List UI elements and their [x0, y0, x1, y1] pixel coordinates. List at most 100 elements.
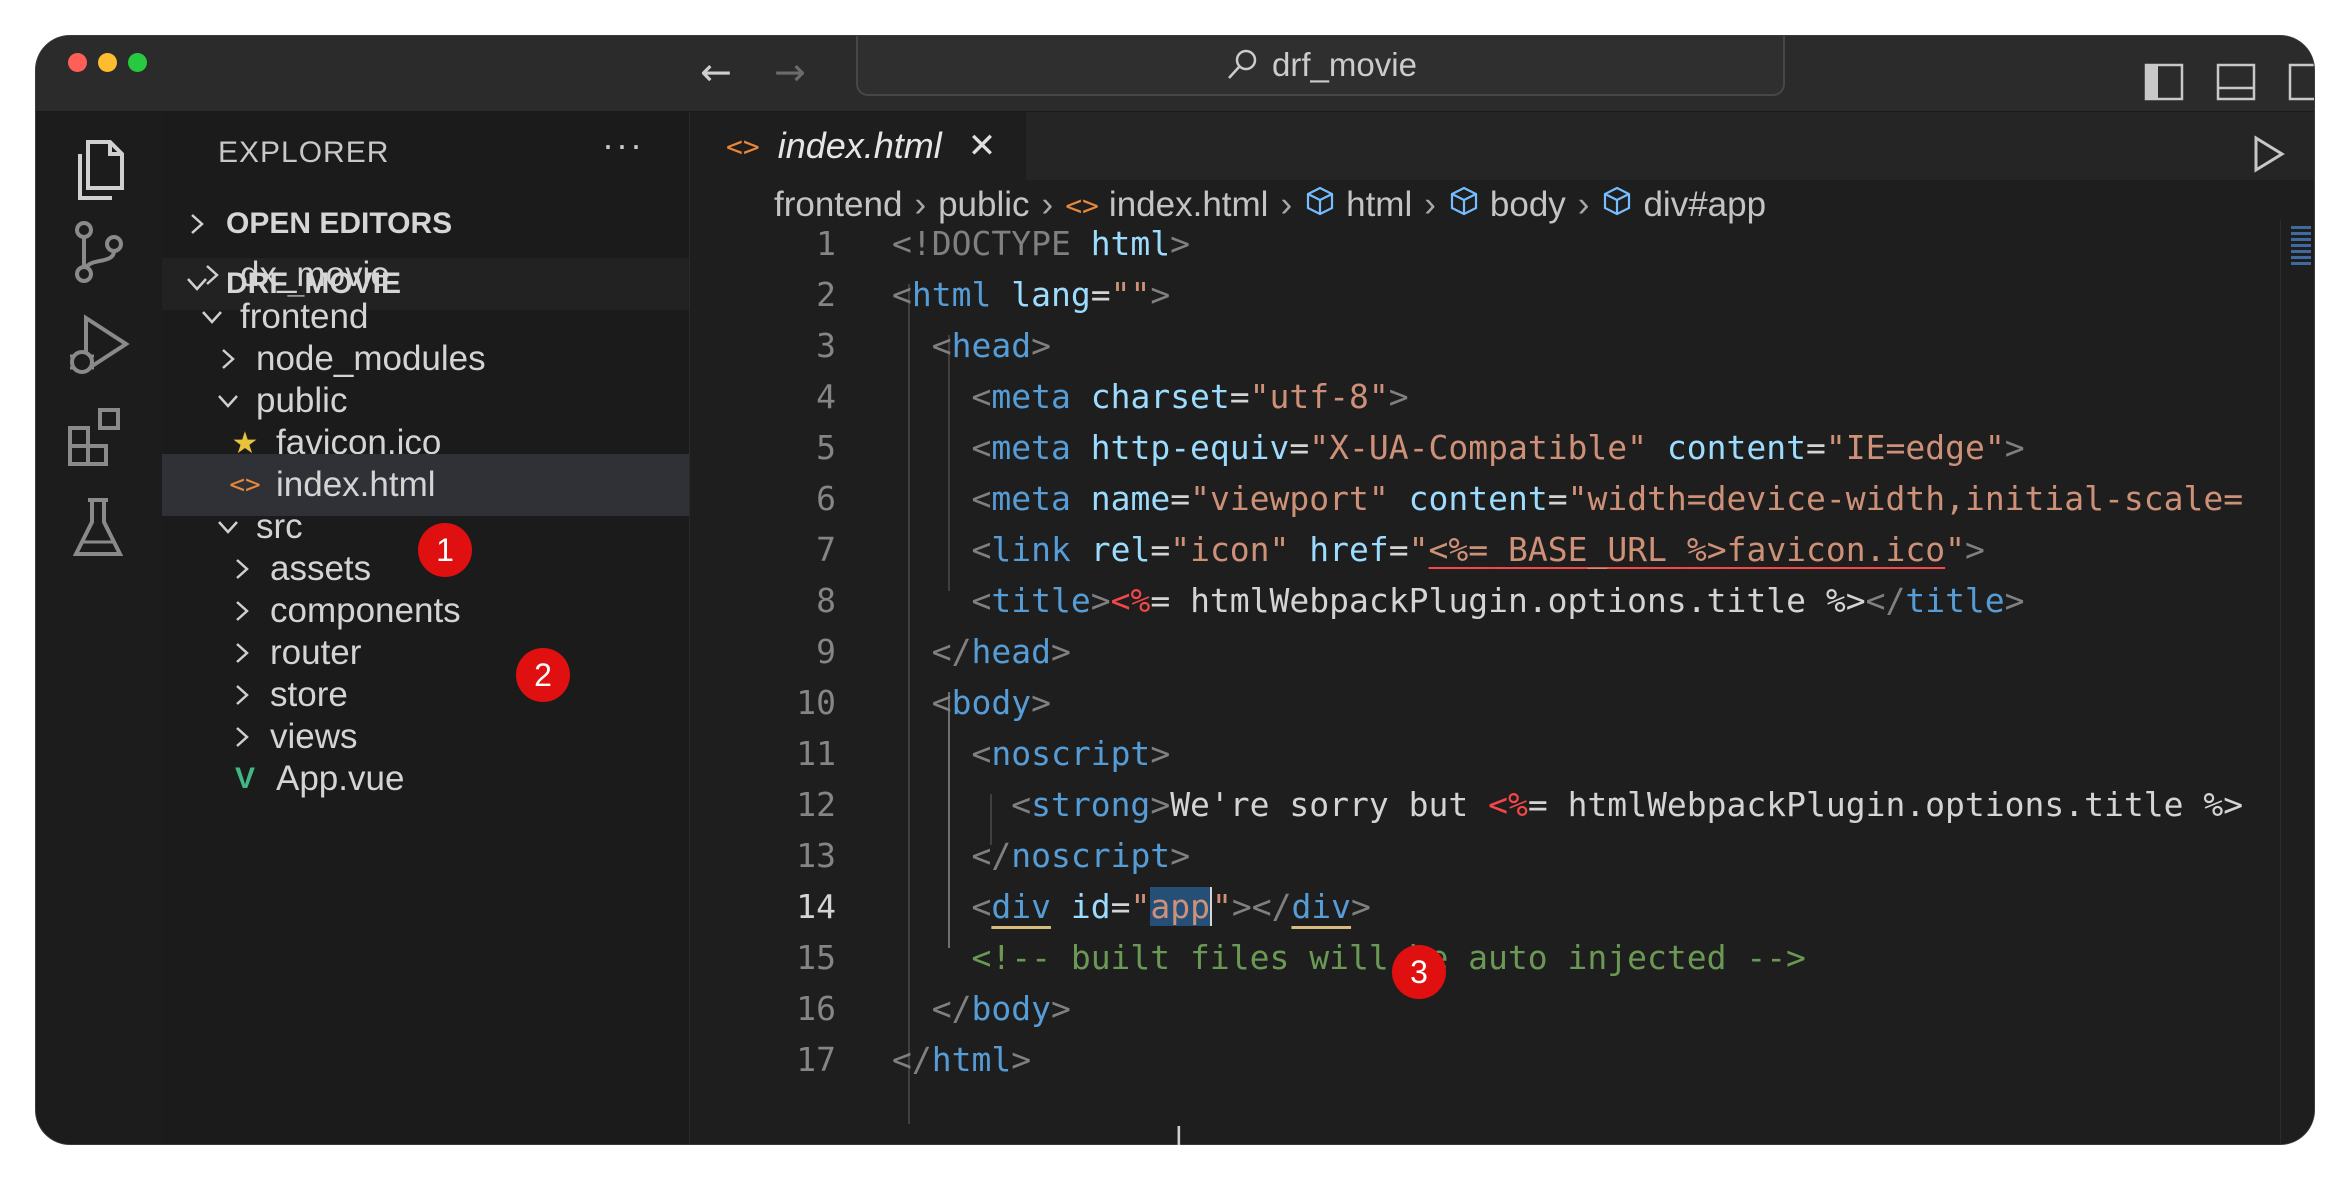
line-number: 9 — [816, 632, 836, 671]
code-line: 15 <!-- built files will be auto injecte… — [690, 932, 2314, 983]
annotation-badge-1: 1 — [418, 523, 472, 577]
source-control-icon[interactable] — [60, 214, 136, 290]
code-line: 7 <link rel="icon" href="<%= BASE_URL %>… — [690, 524, 2314, 575]
testing-flask-icon[interactable] — [60, 490, 136, 566]
vscode-window: ← → drf_movie EXPLORER ··· OPEN EDITORS … — [36, 36, 2314, 1144]
toggle-panel-icon[interactable] — [2216, 62, 2256, 102]
open-editors-section[interactable]: OPEN EDITORS — [162, 198, 689, 250]
token-doctype: <!DOCTYPE — [892, 224, 1071, 263]
open-editors-label: OPEN EDITORS — [226, 207, 453, 240]
token-comment: <!-- built files will be auto injected -… — [971, 938, 1806, 977]
code-line: 2 <html lang=""> — [690, 269, 2314, 320]
minimap[interactable] — [2280, 220, 2314, 1144]
code-line: 12 <strong>We're sorry but <%= htmlWebpa… — [690, 779, 2314, 830]
tab-index-html[interactable]: <> index.html ✕ — [690, 112, 1026, 180]
tree-item-app-vue[interactable]: V App.vue — [162, 748, 689, 810]
annotation-badge-2: 2 — [516, 648, 570, 702]
tab-label: index.html — [777, 125, 942, 166]
toggle-secondary-sidebar-icon[interactable] — [2288, 62, 2314, 102]
token-favicon: favicon.ico — [1726, 530, 1946, 569]
code-line-active: 14 <div id="app"></div> — [690, 881, 2314, 932]
line-number: 8 — [816, 581, 836, 620]
selected-token-app: app — [1150, 887, 1210, 926]
code-icon: <> — [726, 129, 760, 163]
activity-bar — [36, 112, 162, 1144]
code-line: 3 <head> — [690, 320, 2314, 371]
code-line: 10 <body> — [690, 677, 2314, 728]
code-icon: <> — [1065, 188, 1099, 222]
code-line: 16 </body> — [690, 983, 2314, 1034]
chevron-down-icon — [218, 521, 238, 534]
code-line: 6 <meta name="viewport" content="width=d… — [690, 473, 2314, 524]
line-number: 3 — [816, 326, 836, 365]
chevron-right-icon — [206, 265, 219, 285]
toggle-sidebar-icon[interactable] — [2144, 62, 2184, 102]
line-number: 7 — [816, 530, 836, 569]
minimap-slider[interactable] — [2291, 226, 2311, 266]
code-line: 17 </html> — [690, 1034, 2314, 1085]
tree-item-label: App.vue — [276, 759, 405, 798]
more-actions-icon[interactable]: ··· — [602, 124, 644, 166]
chevron-right-icon — [236, 559, 249, 579]
token-template-body: BASE_URL — [1488, 530, 1687, 569]
chevron-right-icon — [222, 349, 235, 369]
explorer-files-icon[interactable] — [60, 132, 136, 208]
line-number: 10 — [796, 683, 836, 722]
line-number: 14 — [796, 887, 836, 926]
line-number: 2 — [816, 275, 836, 314]
back-arrow-icon[interactable]: ← — [700, 53, 732, 91]
line-number: 12 — [796, 785, 836, 824]
extensions-icon[interactable] — [60, 398, 136, 474]
line-number: 15 — [796, 938, 836, 977]
run-debug-icon[interactable] — [60, 306, 136, 382]
code-line: 1 <!DOCTYPE html> — [690, 218, 2314, 269]
code-line: 8 <title><%= htmlWebpackPlugin.options.t… — [690, 575, 2314, 626]
minimize-window-button[interactable] — [98, 53, 117, 72]
token-template-open: <% — [1110, 581, 1151, 620]
code-line: 4 <meta charset="utf-8"> — [690, 371, 2314, 422]
chevron-down-icon — [202, 311, 222, 324]
chevron-right-icon — [191, 214, 204, 234]
code-line: 5 <meta http-equiv="X-UA-Compatible" con… — [690, 422, 2314, 473]
line-number: 1 — [816, 224, 836, 263]
token-template-body: = htmlWebpackPlugin.options.title %> — [1527, 785, 2244, 824]
code-line: 13 </noscript> — [690, 830, 2314, 881]
search-text: drf_movie — [1272, 46, 1417, 83]
chevron-down-icon — [218, 395, 238, 408]
annotation-badge-3: 3 — [1392, 945, 1446, 999]
title-bar: ← → drf_movie — [36, 36, 2314, 112]
chevron-right-icon — [236, 643, 249, 663]
command-center-search[interactable]: drf_movie — [856, 36, 1785, 96]
run-play-icon[interactable] — [2250, 134, 2286, 174]
code-editor[interactable]: 1 <!DOCTYPE html> 2 <html lang=""> 3 <he… — [690, 218, 2314, 1144]
chevron-right-icon — [236, 727, 249, 747]
close-tab-icon[interactable]: ✕ — [968, 126, 997, 166]
token-template-body: = htmlWebpackPlugin.options.title %> — [1150, 581, 1866, 620]
line-content: <!DOCTYPE html> — [892, 224, 1191, 263]
line-number: 6 — [816, 479, 836, 518]
line-number: 11 — [796, 734, 836, 773]
line-number: 13 — [796, 836, 836, 875]
editor-area: <> index.html ✕ frontend › public › <> i… — [690, 112, 2314, 1144]
forward-arrow-icon[interactable]: → — [774, 53, 806, 91]
line-number: 16 — [796, 989, 836, 1028]
token-html: html — [1090, 224, 1171, 263]
vue-icon: V — [234, 762, 255, 795]
token-template-close: %> — [1686, 530, 1727, 569]
search-icon — [1228, 49, 1257, 79]
code-line: 11 <noscript> — [690, 728, 2314, 779]
token-template-open: <% — [1488, 785, 1528, 824]
close-window-button[interactable] — [68, 53, 87, 72]
token-template-open: <%= — [1428, 530, 1489, 569]
line-number: 4 — [816, 377, 836, 416]
line-number: 17 — [796, 1040, 836, 1079]
zoom-window-button[interactable] — [128, 53, 147, 72]
explorer-sidebar: EXPLORER ··· OPEN EDITORS DRF_MOVIE dx_m… — [162, 112, 690, 1144]
text-cursor-icon: I — [1175, 1122, 1183, 1152]
explorer-title: EXPLORER — [218, 136, 390, 169]
code-line: 9 </head> — [690, 626, 2314, 677]
line-number: 5 — [816, 428, 836, 467]
tab-bar: <> index.html ✕ — [690, 112, 2314, 180]
token-noscript-text: We're sorry but — [1170, 785, 1489, 824]
chevron-right-icon — [236, 601, 249, 621]
